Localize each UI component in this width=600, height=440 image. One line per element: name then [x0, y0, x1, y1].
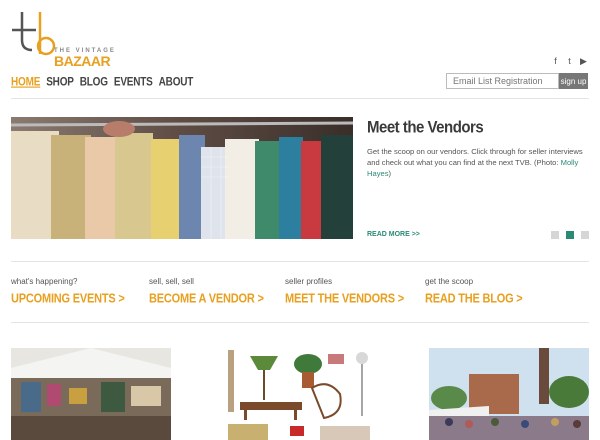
slide-dot-2[interactable]: [566, 231, 574, 239]
market-tent-photo[interactable]: [11, 348, 171, 440]
promo-meet-vendors[interactable]: seller profiles MEET THE VENDORS >: [285, 277, 404, 306]
promo-upcoming-events[interactable]: what's happening? UPCOMING EVENTS >: [11, 277, 125, 306]
read-more-link[interactable]: READ MORE >>: [367, 231, 420, 238]
feature-image[interactable]: [11, 117, 353, 239]
promo-become-vendor[interactable]: sell, sell, sell BECOME A VENDOR >: [149, 277, 264, 306]
outdoor-market-photo[interactable]: [429, 348, 589, 440]
promo-subtitle: sell, sell, sell: [149, 277, 194, 286]
feature-title: Meet the Vendors: [367, 118, 484, 137]
email-input[interactable]: [446, 73, 559, 89]
feature-body-text: Get the scoop on our vendors. Click thro…: [367, 147, 583, 167]
promo-subtitle: seller profiles: [285, 277, 333, 286]
promo-subtitle: get the scoop: [425, 277, 474, 286]
nav-events[interactable]: EVENTS: [114, 76, 153, 89]
upcoming-events-link[interactable]: UPCOMING EVENTS >: [11, 292, 125, 306]
section-divider: [11, 261, 589, 262]
site-logo[interactable]: THE VINTAGE BAZAAR: [10, 10, 130, 72]
slide-dot-3[interactable]: [581, 231, 589, 239]
nav-home[interactable]: HOME: [11, 76, 40, 89]
promo-read-blog[interactable]: get the scoop READ THE BLOG >: [425, 277, 523, 306]
main-nav: HOME SHOP BLOG EVENTS ABOUT: [11, 76, 194, 89]
signup-button[interactable]: sign up: [559, 73, 588, 89]
nav-about[interactable]: ABOUT: [159, 76, 194, 89]
become-vendor-link[interactable]: BECOME A VENDOR >: [149, 292, 264, 306]
slide-pager: [551, 231, 589, 239]
nav-divider: [11, 98, 589, 99]
slide-dot-1[interactable]: [551, 231, 559, 239]
read-blog-link[interactable]: READ THE BLOG >: [425, 292, 523, 306]
facebook-icon[interactable]: f: [551, 56, 560, 67]
youtube-icon[interactable]: ▶: [579, 56, 588, 67]
feature-description: Get the scoop on our vendors. Click thro…: [367, 146, 592, 179]
logo-mark: THE VINTAGE BAZAAR: [12, 12, 114, 69]
nav-shop[interactable]: SHOP: [46, 76, 74, 89]
social-links: f t ▶: [551, 56, 588, 67]
twitter-icon[interactable]: t: [565, 56, 574, 67]
section-divider: [11, 322, 589, 323]
vintage-items-collage[interactable]: [220, 348, 380, 440]
promo-subtitle: what's happening?: [11, 277, 78, 286]
logo-big-text: BAZAAR: [54, 53, 110, 69]
feature-body-end: ): [388, 169, 392, 178]
email-signup: sign up: [446, 73, 588, 89]
meet-vendors-link[interactable]: MEET THE VENDORS >: [285, 292, 404, 306]
nav-blog[interactable]: BLOG: [80, 76, 108, 89]
